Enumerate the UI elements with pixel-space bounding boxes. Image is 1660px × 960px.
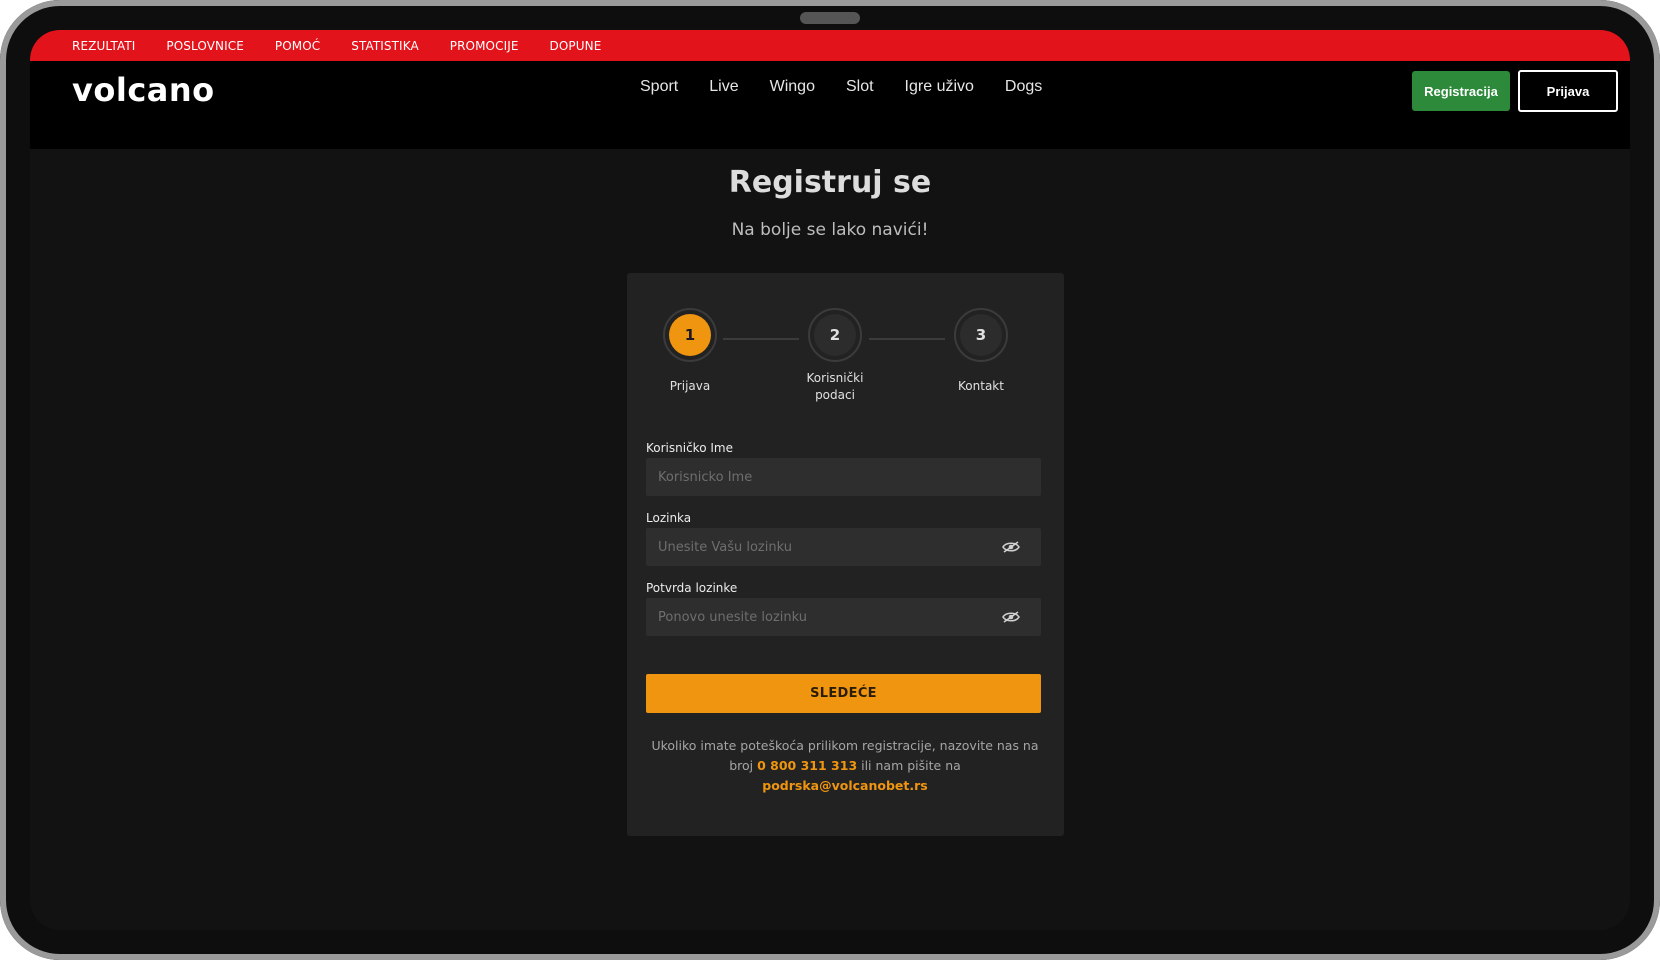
step-1-number: 1 (669, 314, 711, 356)
next-button[interactable]: SLEDEĆE (646, 674, 1041, 713)
topbar-link-pomoc[interactable]: POMOĆ (275, 39, 320, 53)
step-2-korisnicki-podaci: 2 Korisnički podaci (775, 308, 895, 404)
support-email-link[interactable]: podrska@volcanobet.rs (762, 778, 927, 793)
main-navigation: volcano Sport Live Wingo Slot Igre uživo… (30, 61, 1630, 149)
step-1-prijava: 1 Prijava (630, 308, 750, 395)
password-input[interactable] (646, 528, 1041, 566)
step-1-circle: 1 (663, 308, 717, 362)
device-frame: REZULTATI POSLOVNICE POMOĆ STATISTIKA PR… (0, 0, 1660, 960)
password-label: Lozinka (646, 511, 692, 525)
register-button[interactable]: Registracija (1412, 71, 1510, 111)
username-input[interactable] (646, 458, 1041, 496)
step-3-number: 3 (960, 314, 1002, 356)
page-title: Registruj se (728, 165, 932, 200)
registration-card: 1 Prijava 2 Korisnički podaci 3 Kontakt … (627, 273, 1064, 836)
nav-link-dogs[interactable]: Dogs (1005, 78, 1042, 96)
step-3-kontakt: 3 Kontakt (921, 308, 1041, 395)
topbar-link-rezultati[interactable]: REZULTATI (72, 39, 135, 53)
browser-screen: REZULTATI POSLOVNICE POMOĆ STATISTIKA PR… (30, 30, 1630, 930)
step-3-label: Kontakt (958, 379, 1004, 393)
topbar-link-promocije[interactable]: PROMOCIJE (450, 39, 519, 53)
nav-link-sport[interactable]: Sport (640, 78, 678, 96)
confirm-password-label: Potvrda lozinke (646, 581, 738, 595)
volcano-logo[interactable]: volcano (72, 71, 215, 109)
step-3-circle: 3 (954, 308, 1008, 362)
top-utility-bar: REZULTATI POSLOVNICE POMOĆ STATISTIKA PR… (30, 30, 1630, 61)
nav-link-slot[interactable]: Slot (846, 78, 874, 96)
step-1-label: Prijava (669, 379, 711, 393)
support-phone-link[interactable]: 0 800 311 313 (757, 758, 857, 773)
topbar-link-dopune[interactable]: DOPUNE (550, 39, 602, 53)
registration-help-text: Ukoliko imate poteškoća prilikom registr… (646, 736, 1044, 796)
username-label: Korisničko Ime (646, 441, 733, 455)
step-2-circle: 2 (808, 308, 862, 362)
nav-link-igre-uzivo[interactable]: Igre uživo (905, 78, 974, 96)
primary-nav-links: Sport Live Wingo Slot Igre uživo Dogs (640, 78, 1073, 96)
login-button[interactable]: Prijava (1518, 70, 1618, 112)
eye-slash-icon[interactable] (1002, 541, 1020, 553)
eye-slash-icon[interactable] (1002, 611, 1020, 623)
page-subtitle: Na bolje se lako navići! (731, 220, 929, 240)
camera-notch (800, 12, 860, 24)
nav-link-live[interactable]: Live (709, 78, 738, 96)
step-2-number: 2 (814, 314, 856, 356)
topbar-link-poslovnice[interactable]: POSLOVNICE (166, 39, 243, 53)
step-2-label: Korisnički podaci (806, 371, 864, 402)
topbar-link-statistika[interactable]: STATISTIKA (351, 39, 419, 53)
nav-link-wingo[interactable]: Wingo (770, 78, 815, 96)
confirm-password-input[interactable] (646, 598, 1041, 636)
help-text-middle: ili nam pišite na (857, 758, 961, 773)
